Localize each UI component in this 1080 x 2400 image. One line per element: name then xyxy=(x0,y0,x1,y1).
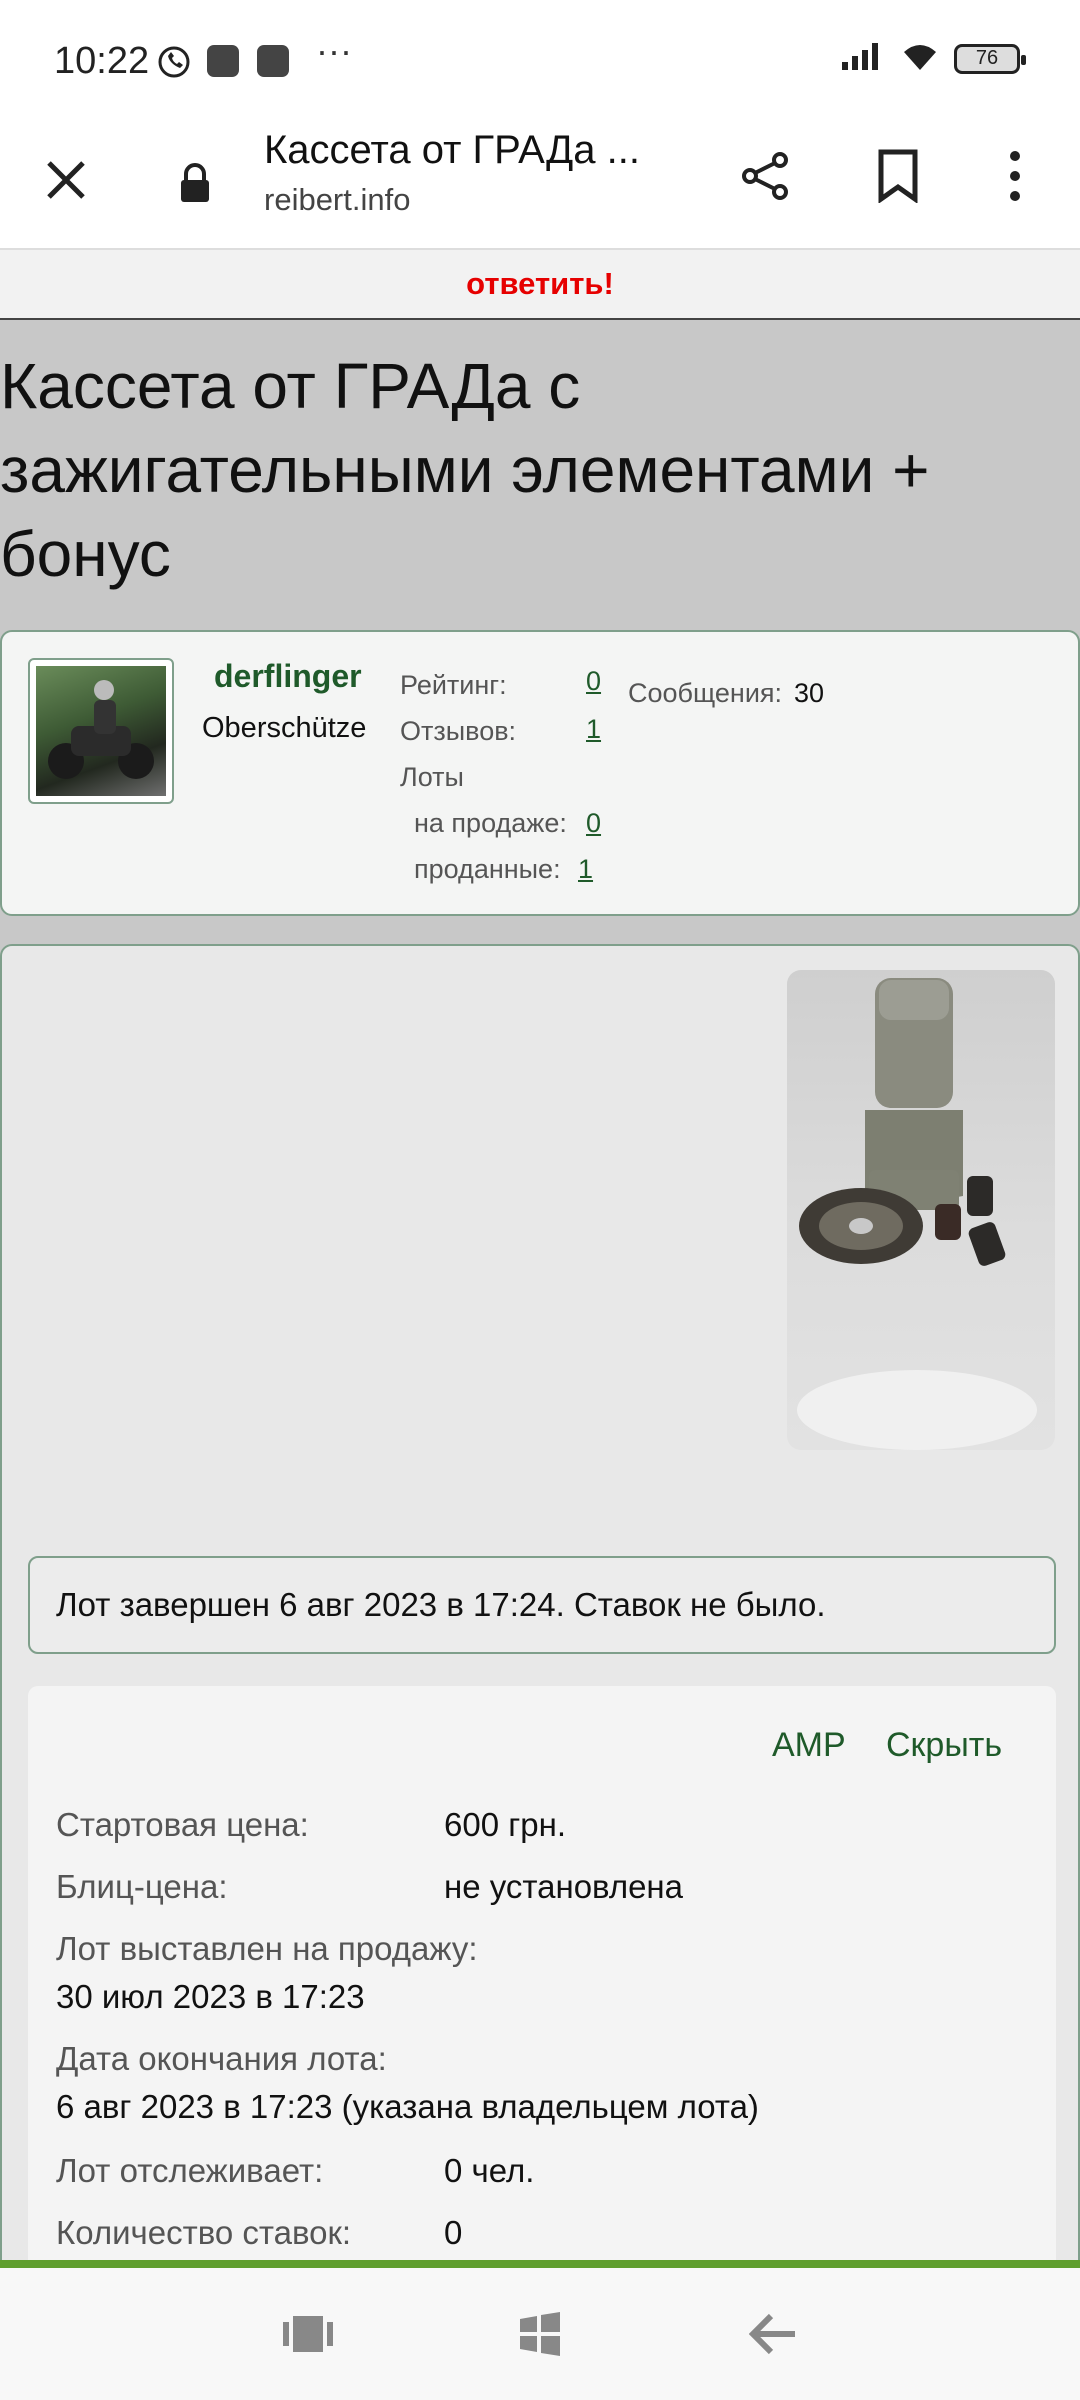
lot-status: Лот завершен 6 авг 2023 в 17:24. Ставок … xyxy=(28,1556,1056,1654)
end-date-label: Дата окончания лота: xyxy=(56,2040,387,2077)
amp-link[interactable]: AMP xyxy=(772,1726,846,1765)
bookmark-icon[interactable] xyxy=(868,144,928,208)
wifi-icon xyxy=(900,40,940,77)
lock-icon[interactable] xyxy=(172,158,218,208)
post-body: Лот завершен 6 авг 2023 в 17:24. Ставок … xyxy=(0,944,1080,2260)
battery-icon: 76 xyxy=(954,43,1026,74)
status-time: 10:22 xyxy=(54,40,150,82)
end-date-value: 6 авг 2023 в 17:23 (указана владельцем л… xyxy=(56,2088,759,2125)
app-notification-icon xyxy=(256,44,290,83)
lot-details: AMP Скрыть Стартовая цена: 600 грн. Блиц… xyxy=(28,1686,1056,2260)
home-icon[interactable] xyxy=(510,2304,570,2364)
lot-photo[interactable] xyxy=(787,970,1055,1450)
sold-value[interactable]: 1 xyxy=(578,854,593,885)
thread-area: Кассета от ГРАДа с зажигательными элемен… xyxy=(0,320,1080,2260)
more-notifications-icon: ··· xyxy=(316,30,352,71)
post-title: Кассета от ГРАДа с зажигательными элемен… xyxy=(0,350,930,590)
status-icons: 76 xyxy=(840,40,1026,77)
watchers-value: 0 чел. xyxy=(444,2152,535,2189)
watchers-label: Лот отслеживает: xyxy=(56,2152,324,2189)
page-url[interactable]: reibert.info xyxy=(264,182,410,218)
messages-value: 30 xyxy=(794,678,825,708)
lots-label: Лоты xyxy=(400,762,464,792)
start-price-value: 600 грн. xyxy=(444,1806,567,1843)
user-card: derflinger Oberschütze Рейтинг: 0 Отзыво… xyxy=(0,630,1080,916)
app-notification-icon xyxy=(206,44,240,83)
browser-toolbar: Кассета от ГРАДа ... reibert.info xyxy=(0,120,1080,248)
listed-label: Лот выставлен на продажу: xyxy=(56,1930,478,1967)
bids-value: 0 xyxy=(444,2214,463,2251)
overflow-menu-icon[interactable] xyxy=(990,144,1040,208)
avatar-image xyxy=(36,666,166,796)
reviews-label: Отзывов: xyxy=(400,716,517,746)
avatar[interactable] xyxy=(28,658,174,804)
viber-icon xyxy=(156,44,192,85)
back-icon[interactable] xyxy=(744,2304,804,2364)
sold-label: проданные: xyxy=(414,854,561,884)
rating-value[interactable]: 0 xyxy=(586,666,601,697)
recent-apps-icon[interactable] xyxy=(278,2304,338,2364)
signal-icon xyxy=(840,40,886,77)
share-icon[interactable] xyxy=(734,144,798,208)
bids-label: Количество ставок: xyxy=(56,2214,352,2251)
blitz-price-label: Блиц-цена: xyxy=(56,1868,228,1905)
page-bottom-accent xyxy=(0,2260,1080,2268)
start-price-label: Стартовая цена: xyxy=(56,1806,309,1843)
system-nav-bar xyxy=(0,2268,1080,2400)
reviews-value[interactable]: 1 xyxy=(586,714,601,745)
reply-bar: ответить! xyxy=(0,248,1080,320)
hide-link[interactable]: Скрыть xyxy=(886,1726,1002,1765)
username[interactable]: derflinger xyxy=(214,658,362,695)
web-page: ответить! Кассета от ГРАДа с зажигательн… xyxy=(0,248,1080,2260)
user-rank: Oberschütze xyxy=(202,712,367,744)
status-bar: 10:22 ··· 76 xyxy=(0,0,1080,120)
close-icon[interactable] xyxy=(36,150,96,210)
rating-label: Рейтинг: xyxy=(400,670,507,700)
messages-label: Сообщения: xyxy=(628,678,783,708)
on-sale-value[interactable]: 0 xyxy=(586,808,601,839)
on-sale-label: на продаже: xyxy=(414,808,567,838)
page-title-bar: Кассета от ГРАДа ... xyxy=(264,128,640,172)
listed-value: 30 июл 2023 в 17:23 xyxy=(56,1978,365,2015)
reply-link[interactable]: ответить! xyxy=(466,266,614,302)
blitz-price-value: не установлена xyxy=(444,1868,684,1905)
